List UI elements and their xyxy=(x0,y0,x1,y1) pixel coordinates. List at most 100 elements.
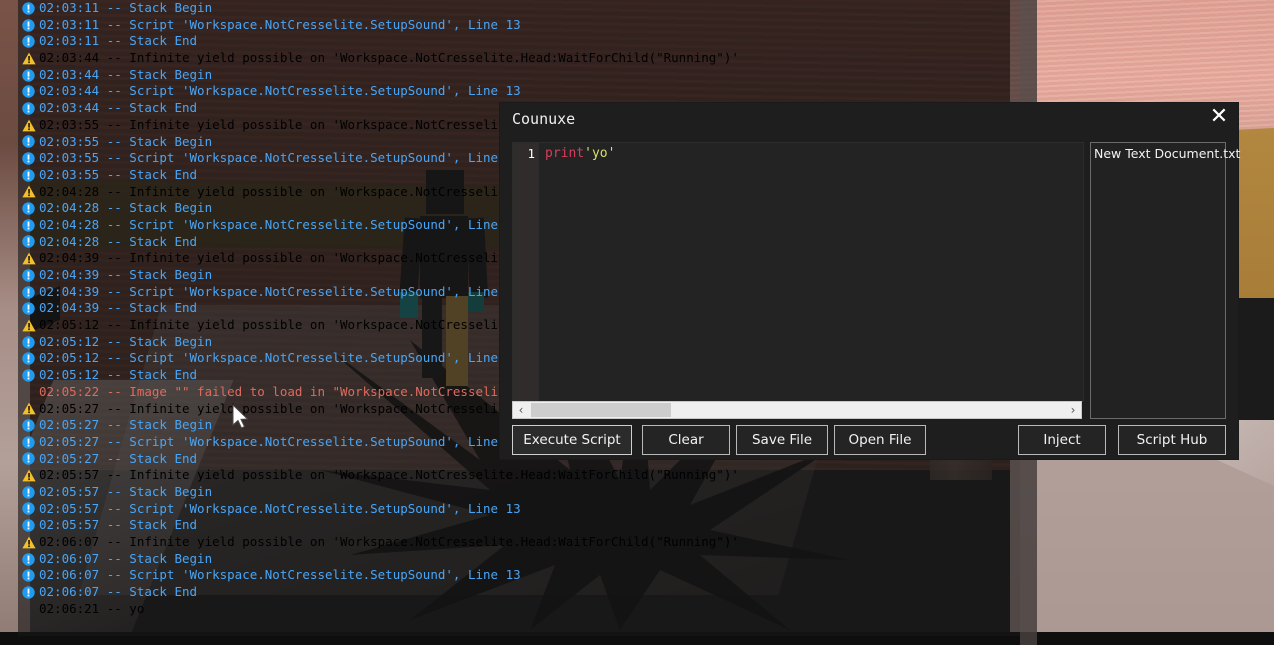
window-title: Counuxe xyxy=(512,110,576,128)
console-line-text: 02:03:44 -- Infinite yield possible on '… xyxy=(39,50,739,66)
console-line-text: 02:03:11 -- Stack Begin xyxy=(39,0,213,15)
info-icon xyxy=(22,235,39,249)
info-icon xyxy=(22,152,39,165)
save-file-button[interactable]: Save File xyxy=(736,425,828,455)
info-icon xyxy=(22,102,39,115)
warning-icon xyxy=(22,319,39,332)
info-icon xyxy=(22,18,39,32)
info-icon xyxy=(22,352,39,365)
warning-icon xyxy=(22,402,39,415)
console-line[interactable]: 02:05:57 -- Script 'Workspace.NotCressel… xyxy=(18,501,1020,518)
info-icon xyxy=(22,202,39,215)
console-line-text: 02:06:07 -- Stack Begin xyxy=(39,550,213,566)
console-line-text: 02:04:28 -- Stack End xyxy=(39,233,198,249)
console-line[interactable]: 02:03:44 -- Stack Begin xyxy=(18,67,1020,84)
info-icon xyxy=(22,586,39,599)
console-line-text: 02:05:57 -- Script 'Workspace.NotCressel… xyxy=(39,500,521,516)
warning-icon xyxy=(22,469,39,482)
info-icon xyxy=(22,419,39,432)
console-line-text: 02:03:11 -- Script 'Workspace.NotCressel… xyxy=(39,16,521,32)
console-line-text: 02:05:12 -- Stack Begin xyxy=(39,333,213,349)
console-line[interactable]: 02:03:11 -- Script 'Workspace.NotCressel… xyxy=(18,17,1020,34)
info-icon xyxy=(22,135,39,149)
info-icon xyxy=(22,519,39,532)
code-input[interactable]: print'yo' xyxy=(539,143,1083,401)
console-line-text: 02:03:11 -- Stack End xyxy=(39,33,198,49)
warning-icon xyxy=(22,119,39,132)
console-line-text: 02:05:57 -- Stack End xyxy=(39,517,198,533)
console-line-text: 02:03:44 -- Stack Begin xyxy=(39,66,213,82)
warning-icon xyxy=(22,252,39,265)
clear-button[interactable]: Clear xyxy=(642,425,730,455)
mouse-cursor-icon xyxy=(232,404,249,429)
line-number-gutter: 1 xyxy=(513,143,539,401)
info-icon xyxy=(22,85,39,98)
file-list[interactable]: New Text Document.txt xyxy=(1090,142,1240,419)
code-token-string: 'yo' xyxy=(584,146,616,161)
console-line[interactable]: 02:03:44 -- Script 'Workspace.NotCressel… xyxy=(18,83,1020,100)
console-line[interactable]: 02:03:11 -- Stack End xyxy=(18,33,1020,50)
window-titlebar[interactable]: Counuxe xyxy=(500,103,1238,135)
execute-script-button[interactable]: Execute Script xyxy=(512,425,632,455)
scrollbar-thumb[interactable] xyxy=(531,403,671,417)
console-line[interactable]: 02:06:07 -- Stack End xyxy=(18,584,1020,601)
console-line-text: 02:05:12 -- Stack End xyxy=(39,367,198,383)
console-line[interactable]: 02:06:21 -- yo xyxy=(18,601,1020,618)
info-icon xyxy=(22,436,39,449)
info-icon xyxy=(22,502,39,516)
info-icon xyxy=(22,302,39,315)
console-line-text: 02:04:28 -- Script 'Workspace.NotCressel… xyxy=(39,216,521,232)
info-icon xyxy=(22,569,39,582)
console-line[interactable]: 02:03:11 -- Stack Begin xyxy=(18,0,1020,17)
executor-window[interactable]: Counuxe ✕ 1 print'yo' ‹ › New Text Docum… xyxy=(500,103,1240,459)
console-line-text: 02:06:07 -- Stack End xyxy=(39,584,198,600)
info-icon xyxy=(22,285,39,299)
editor-horizontal-scrollbar[interactable]: ‹ › xyxy=(512,401,1082,419)
code-token-function: print xyxy=(545,146,585,161)
info-icon xyxy=(22,169,39,182)
warning-icon xyxy=(22,536,39,549)
scroll-left-icon[interactable]: ‹ xyxy=(513,403,529,417)
info-icon xyxy=(22,68,39,82)
info-icon xyxy=(22,269,39,282)
info-icon xyxy=(22,552,39,566)
screen: 02:03:11 -- Stack Begin 02:03:11 -- Scrip… xyxy=(0,0,1274,645)
console-line[interactable]: 02:06:07 -- Script 'Workspace.NotCressel… xyxy=(18,567,1020,584)
console-line-text: 02:03:44 -- Script 'Workspace.NotCressel… xyxy=(39,83,521,99)
console-line-text: 02:04:39 -- Stack Begin xyxy=(39,267,213,282)
console-line[interactable]: 02:03:44 -- Infinite yield possible on '… xyxy=(18,50,1020,67)
console-line-text: 02:06:07 -- Script 'Workspace.NotCressel… xyxy=(39,567,521,583)
console-line-text: 02:03:44 -- Stack End xyxy=(39,100,198,116)
info-icon xyxy=(22,486,39,499)
console-line-text: 02:03:55 -- Stack End xyxy=(39,166,198,182)
info-icon xyxy=(22,2,39,15)
console-line-text: 02:06:07 -- Infinite yield possible on '… xyxy=(39,534,739,549)
warning-icon xyxy=(22,52,39,65)
console-line-text: 02:04:39 -- Stack End xyxy=(39,300,198,316)
info-icon xyxy=(22,452,39,466)
info-icon xyxy=(22,219,39,232)
warning-icon xyxy=(22,185,39,198)
console-line-text: 02:05:27 -- Stack End xyxy=(39,450,198,466)
info-icon xyxy=(22,35,39,48)
console-line-text: 02:05:27 -- Script 'Workspace.NotCressel… xyxy=(39,433,521,449)
info-icon xyxy=(22,369,39,382)
console-line[interactable]: 02:06:07 -- Stack Begin xyxy=(18,551,1020,568)
console-line-text: 02:04:28 -- Stack Begin xyxy=(39,200,213,216)
console-line[interactable]: 02:06:07 -- Infinite yield possible on '… xyxy=(18,534,1020,551)
console-line[interactable]: 02:05:57 -- Stack End xyxy=(18,517,1020,534)
scrollbar-track[interactable] xyxy=(529,402,1065,418)
close-icon[interactable]: ✕ xyxy=(1205,103,1233,131)
file-list-item[interactable]: New Text Document.txt xyxy=(1094,146,1240,162)
console-line-text: 02:04:39 -- Script 'Workspace.NotCressel… xyxy=(39,283,521,299)
action-button-row: Execute Script Clear Save File Open File Inj… xyxy=(512,425,1226,455)
scroll-right-icon[interactable]: › xyxy=(1065,403,1081,417)
console-line-text: 02:03:55 -- Script 'Workspace.NotCressel… xyxy=(39,150,521,166)
console-line-text: 02:03:55 -- Stack Begin xyxy=(39,133,213,149)
console-line-text: 02:05:12 -- Script 'Workspace.NotCressel… xyxy=(39,350,521,366)
inject-button[interactable]: Inject xyxy=(1018,425,1106,455)
script-editor[interactable]: 1 print'yo' xyxy=(512,142,1084,402)
console-line-text: 02:05:27 -- Stack Begin xyxy=(39,417,213,433)
open-file-button[interactable]: Open File xyxy=(834,425,926,455)
script-hub-button[interactable]: Script Hub xyxy=(1118,425,1226,455)
